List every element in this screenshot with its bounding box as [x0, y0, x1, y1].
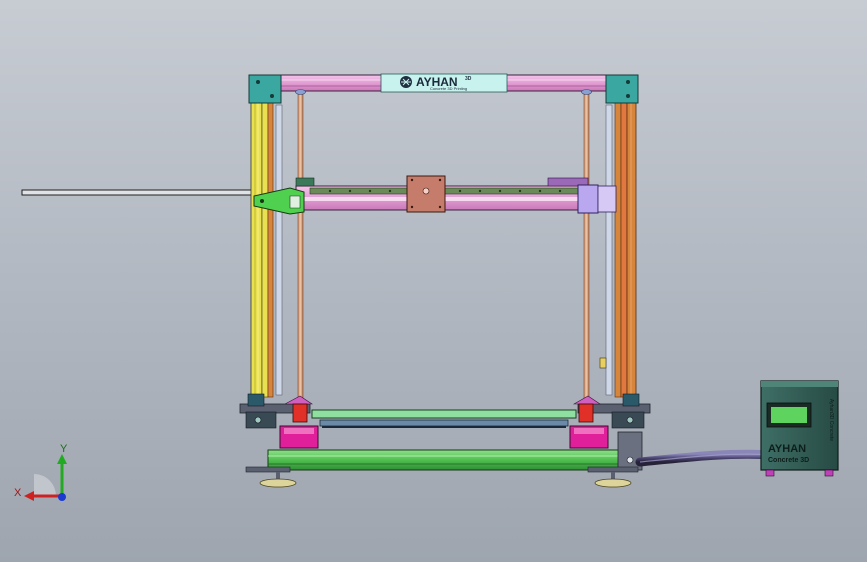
stepper-motor-left[interactable]	[279, 425, 319, 449]
controller-brand: AYHAN	[768, 443, 806, 455]
coupler-left[interactable]	[292, 403, 308, 423]
controller-side-label: Ayhan3D Concrete	[828, 399, 834, 441]
leveling-foot-left[interactable]	[259, 472, 297, 488]
frame-logo-tagline: Concrete 3D Printing	[430, 86, 467, 91]
axis-triad-icon: Y X	[14, 443, 68, 501]
nozzle-rod[interactable]	[21, 189, 263, 196]
coupler-right[interactable]	[578, 403, 594, 423]
print-bed[interactable]	[311, 409, 577, 428]
corner-bracket-right[interactable]	[605, 74, 639, 104]
lead-screw-left[interactable]	[295, 89, 306, 413]
lead-screw-right[interactable]	[581, 89, 592, 413]
triad-x-label: X	[14, 487, 22, 499]
leveling-foot-right[interactable]	[594, 472, 632, 488]
right-column[interactable]	[605, 94, 637, 398]
printer-model[interactable]: AYHAN 3D Concrete 3D Printing AYHAN Conc…	[0, 0, 867, 562]
gantry-end-right[interactable]	[577, 184, 617, 214]
stepper-motor-right[interactable]	[569, 425, 609, 449]
frame-logo-sup: 3D	[465, 76, 472, 82]
lcd-screen[interactable]	[766, 402, 812, 428]
limit-switch[interactable]	[599, 357, 607, 369]
corner-bracket-left[interactable]	[248, 74, 282, 104]
frame-logo: AYHAN 3D Concrete 3D Printing	[380, 73, 508, 93]
print-head-carriage[interactable]	[406, 175, 446, 213]
controller-box[interactable]: AYHAN Concrete 3D Ayhan3D Concrete	[760, 380, 839, 477]
triad-y-label: Y	[60, 443, 68, 455]
cad-viewport[interactable]: AYHAN 3D Concrete 3D Printing AYHAN Conc…	[0, 0, 867, 562]
controller-model: Concrete 3D	[768, 457, 809, 464]
left-column[interactable]	[250, 94, 283, 398]
